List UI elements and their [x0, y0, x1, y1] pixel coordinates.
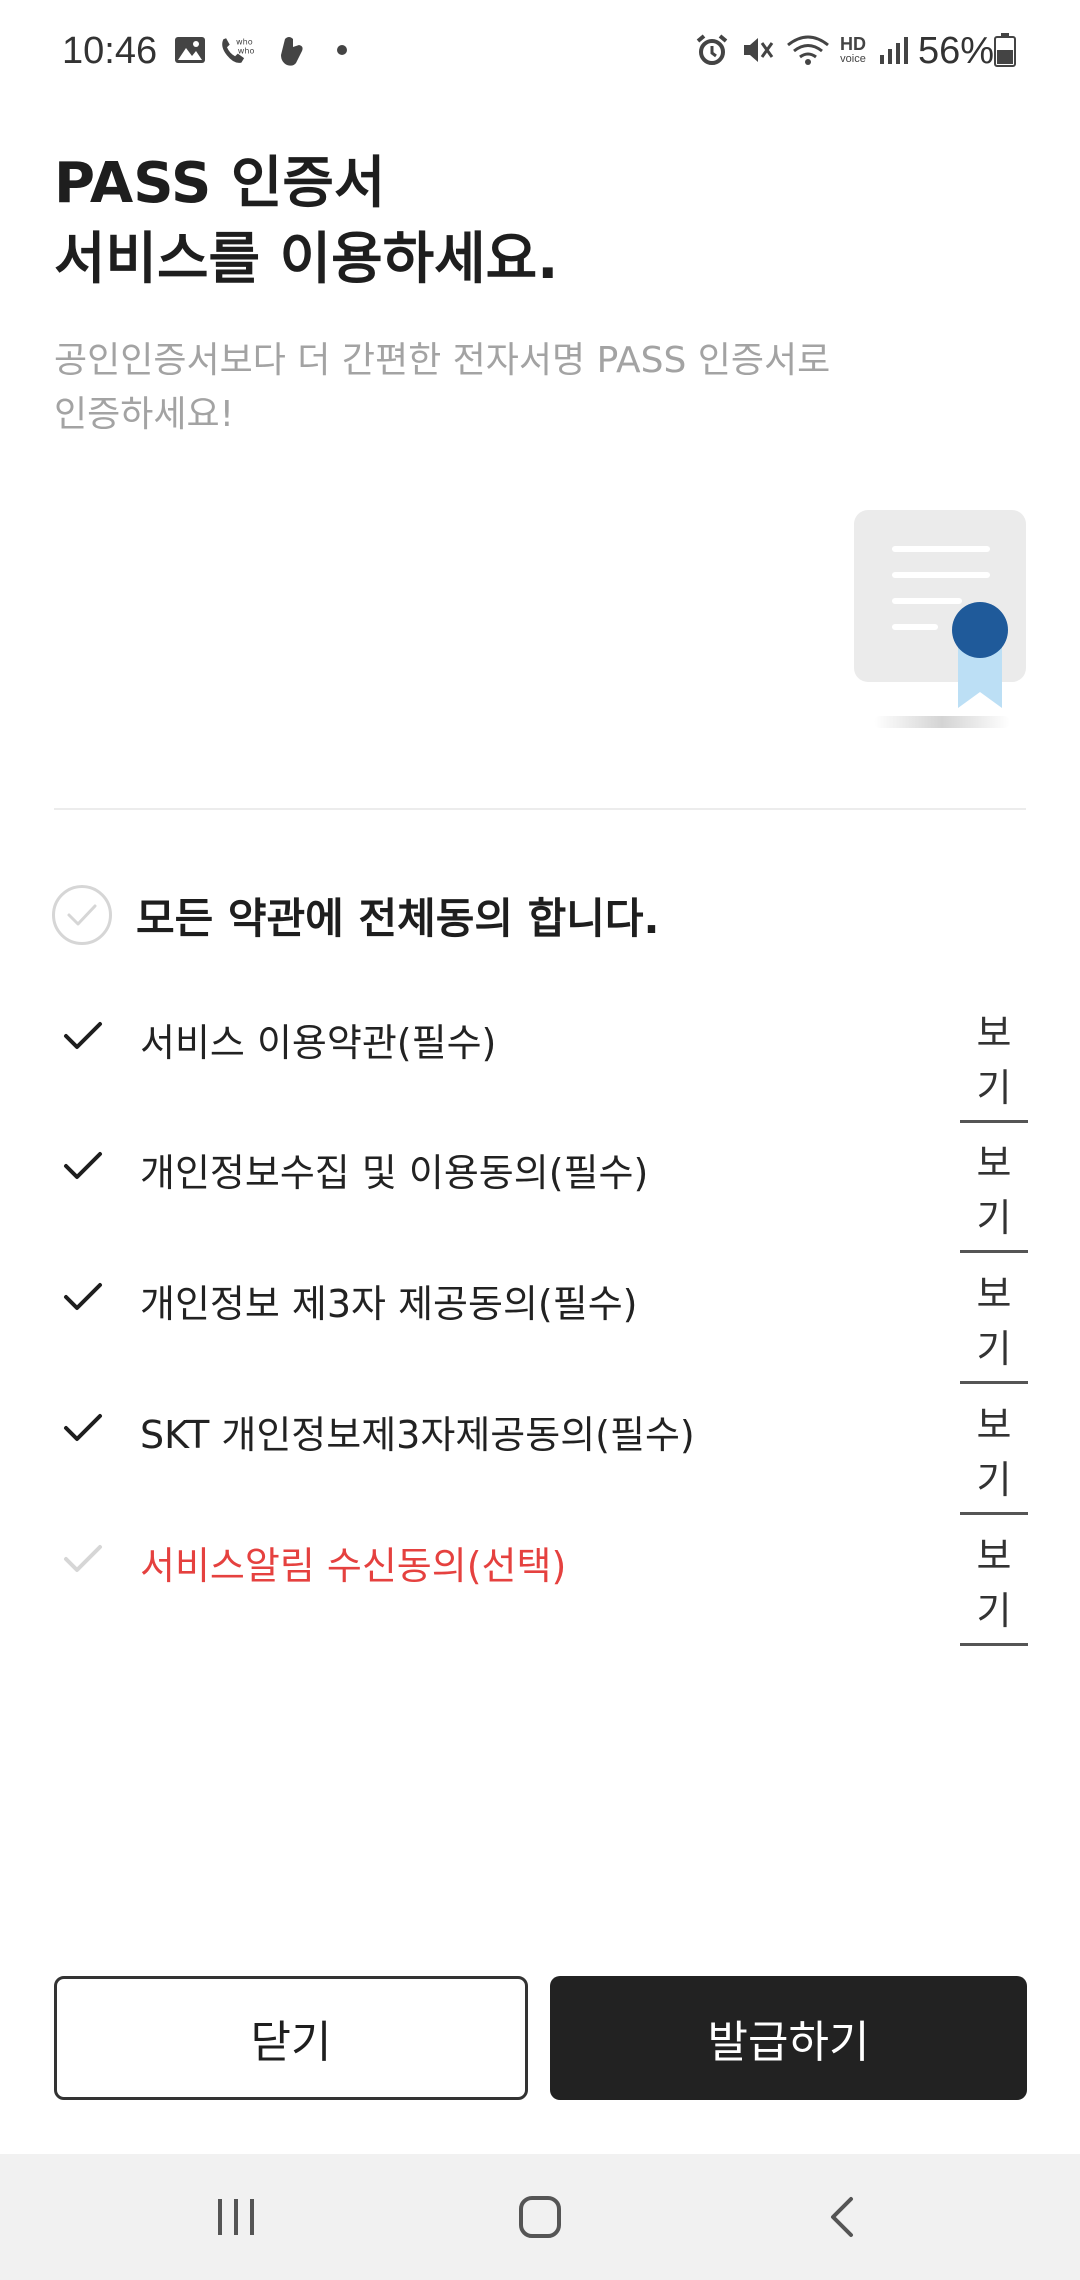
view-terms-link[interactable]: 보기: [960, 1132, 1028, 1253]
term-label: 개인정보 제3자 제공동의(필수): [140, 1282, 638, 1326]
agree-all-checkbox[interactable]: 모든 약관에 전체동의 합니다.: [52, 880, 752, 950]
page-subtitle: 공인인증서보다 더 간편한 전자서명 PASS 인증서로 인증하세요!: [54, 334, 830, 442]
issue-button[interactable]: 발급하기: [550, 1976, 1027, 2100]
navigation-bar: [0, 2154, 1080, 2280]
view-terms-link[interactable]: 보기: [960, 1002, 1028, 1123]
term-label: 개인정보수집 및 이용동의(필수): [140, 1151, 649, 1195]
battery-percent: 56%: [917, 30, 994, 72]
recent-apps-icon[interactable]: [196, 2184, 276, 2250]
gallery-icon: [172, 32, 208, 68]
view-terms-link[interactable]: 보기: [960, 1394, 1028, 1515]
subtitle-line-1: 공인인증서보다 더 간편한 전자서명 PASS 인증서로: [54, 340, 831, 381]
term-label: SKT 개인정보제3자제공동의(필수): [140, 1413, 695, 1457]
term-row-skt-third-party[interactable]: SKT 개인정보제3자제공동의(필수) 보기: [52, 1394, 1028, 1515]
wifi-icon: [786, 32, 830, 68]
page-title: PASS 인증서 서비스를 이용하세요.: [54, 146, 558, 298]
hand-icon: [274, 32, 310, 68]
home-icon[interactable]: [500, 2184, 580, 2250]
term-row-third-party[interactable]: 개인정보 제3자 제공동의(필수) 보기: [52, 1263, 1028, 1384]
term-label: 서비스 이용약관(필수): [140, 1021, 497, 1065]
check-icon[interactable]: [60, 1016, 106, 1056]
hd-label: HD: [840, 34, 866, 54]
view-terms-link[interactable]: 보기: [960, 1525, 1028, 1646]
whowho-call-icon: who who: [218, 32, 254, 68]
title-line-1: PASS 인증서: [54, 151, 386, 216]
status-time: 10:46: [62, 30, 158, 72]
check-icon[interactable]: [60, 1408, 106, 1448]
dot-icon: [324, 32, 360, 68]
title-line-2: 서비스를 이용하세요.: [54, 227, 559, 292]
voice-label: voice: [840, 53, 866, 65]
term-row-service-notification[interactable]: 서비스알림 수신동의(선택) 보기: [52, 1525, 1028, 1646]
vibrate-mute-icon: [740, 32, 776, 68]
subtitle-line-2: 인증하세요!: [54, 394, 235, 435]
check-icon[interactable]: [60, 1277, 106, 1317]
hd-voice-icon: HD voice: [834, 32, 872, 68]
alarm-icon: [694, 32, 730, 68]
check-icon[interactable]: [60, 1146, 106, 1186]
view-terms-link[interactable]: 보기: [960, 1263, 1028, 1384]
battery-icon: [992, 32, 1018, 68]
close-button[interactable]: 닫기: [54, 1976, 528, 2100]
agree-all-label: 모든 약관에 전체동의 합니다.: [136, 893, 660, 943]
term-label: 서비스알림 수신동의(선택): [140, 1544, 567, 1588]
certificate-illustration: [852, 508, 1032, 738]
back-icon[interactable]: [802, 2184, 882, 2250]
status-bar: 10:46 who who HD voice 56%: [0, 0, 1080, 104]
section-divider: [54, 808, 1026, 810]
term-row-service[interactable]: 서비스 이용약관(필수) 보기: [52, 1002, 1028, 1123]
signal-icon: [876, 32, 912, 68]
svg-text:who: who: [238, 46, 254, 56]
term-row-privacy-collection[interactable]: 개인정보수집 및 이용동의(필수) 보기: [52, 1132, 1028, 1253]
check-icon[interactable]: [60, 1539, 106, 1579]
circle-check-icon: [52, 885, 112, 945]
